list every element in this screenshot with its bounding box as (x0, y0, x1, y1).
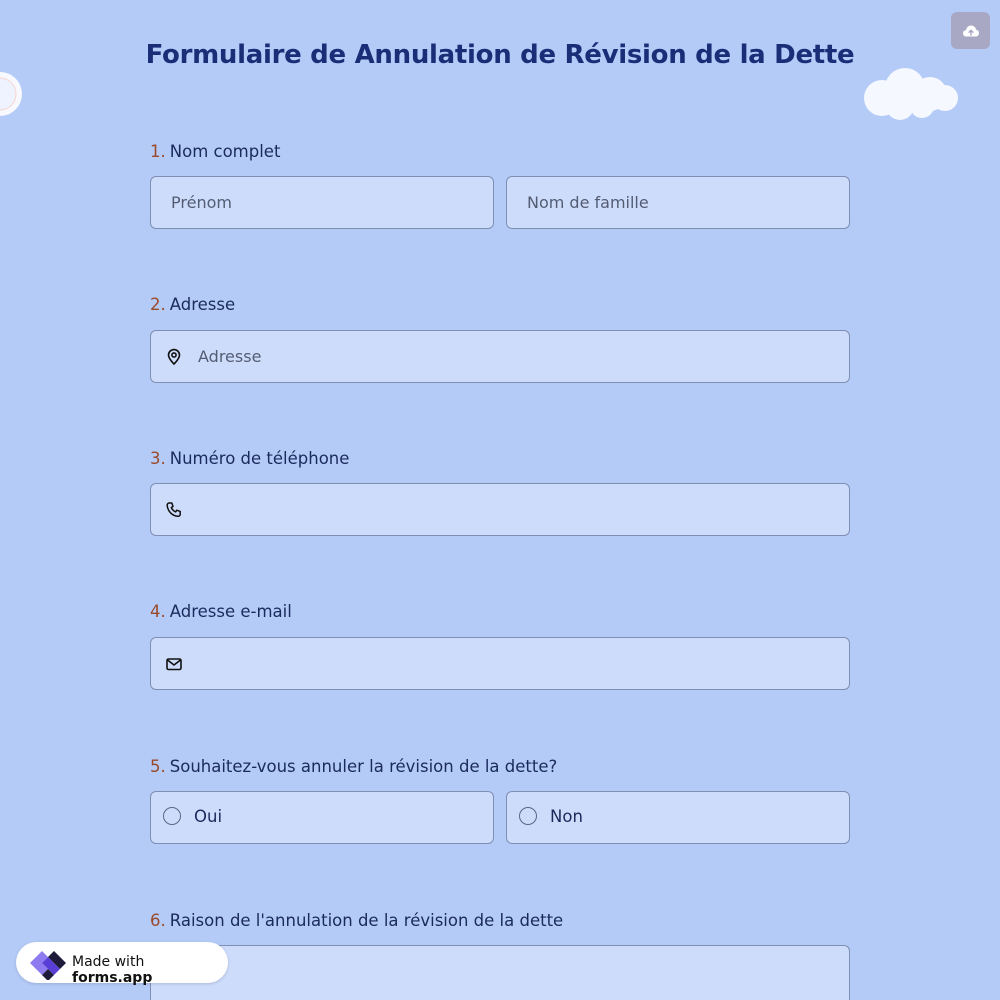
made-with-forms-app-badge[interactable]: Made with forms.app (16, 942, 228, 986)
address-input[interactable] (151, 331, 849, 382)
phone-icon (166, 502, 181, 518)
question-number: 1. (150, 142, 166, 161)
question-number: 2. (150, 295, 166, 314)
question-text: Nom complet (169, 142, 281, 161)
first-name-input[interactable] (151, 177, 493, 228)
badge-made-with: Made with (72, 954, 145, 970)
radio-button[interactable] (163, 807, 181, 825)
last-name-field[interactable] (506, 176, 850, 229)
form-title: Formulaire de Annulation de Révision de … (145, 40, 855, 70)
question-3-label: 3. Numéro de téléphone (150, 449, 349, 468)
radio-option-label: Non (550, 807, 583, 826)
question-1-label: 1. Nom complet (150, 142, 280, 161)
radio-option-oui[interactable]: Oui (150, 791, 494, 844)
map-pin-icon (167, 348, 181, 365)
question-2-label: 2. Adresse (150, 295, 235, 314)
question-text: Raison de l'annulation de la révision de… (169, 911, 564, 930)
question-text: Souhaitez-vous annuler la révision de la… (169, 757, 558, 776)
question-number: 5. (150, 757, 166, 776)
question-number: 4. (150, 602, 166, 621)
phone-input[interactable] (151, 484, 849, 535)
forms-app-logo-icon (30, 951, 66, 980)
mail-icon (166, 658, 182, 671)
reason-textarea[interactable] (150, 945, 850, 1000)
cloud-decoration-right (864, 68, 958, 120)
last-name-input[interactable] (507, 177, 849, 228)
radio-option-non[interactable]: Non (506, 791, 850, 844)
question-number: 6. (150, 911, 166, 930)
badge-brand: forms.app (72, 970, 153, 986)
question-6-label: 6. Raison de l'annulation de la révision … (150, 911, 563, 930)
phone-field[interactable] (150, 483, 850, 536)
question-4-label: 4. Adresse e-mail (150, 602, 292, 621)
address-field[interactable] (150, 330, 850, 383)
cloud-upload-icon (962, 25, 979, 36)
first-name-field[interactable] (150, 176, 494, 229)
email-field[interactable] (150, 637, 850, 690)
email-input[interactable] (151, 638, 849, 689)
radio-button[interactable] (519, 807, 537, 825)
question-5-label: 5. Souhaitez-vous annuler la révision de … (150, 757, 557, 776)
question-text: Adresse e-mail (169, 602, 292, 621)
cloud-decoration-left (0, 72, 22, 116)
question-number: 3. (150, 449, 166, 468)
question-text: Adresse (169, 295, 236, 314)
question-text: Numéro de téléphone (169, 449, 350, 468)
badge-text: Made with forms.app (72, 954, 228, 986)
radio-option-label: Oui (194, 807, 223, 826)
